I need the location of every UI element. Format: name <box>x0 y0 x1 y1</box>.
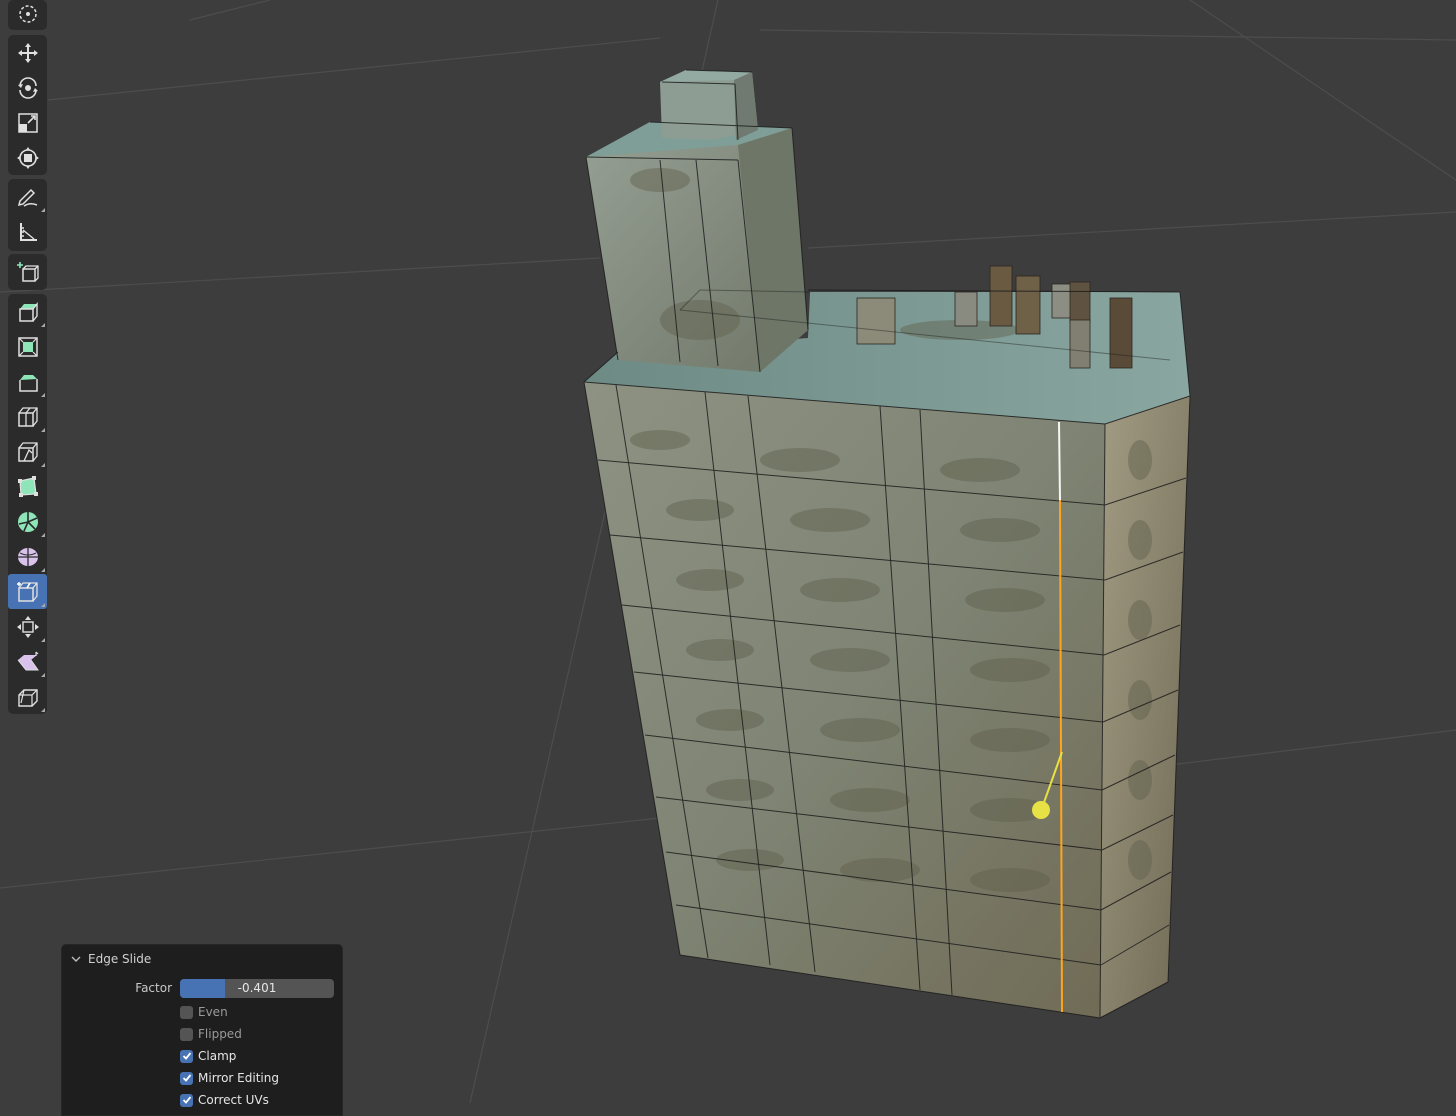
tool-spin[interactable] <box>8 504 47 539</box>
scale-icon <box>17 112 38 133</box>
option-label: Even <box>198 1005 228 1019</box>
option-clamp[interactable]: Clamp <box>180 1047 236 1065</box>
tool-edge-slide[interactable] <box>8 574 47 609</box>
measure-icon <box>19 222 37 241</box>
inset-faces-icon <box>17 336 38 357</box>
checkbox[interactable] <box>180 1005 193 1019</box>
rip-region-icon <box>17 688 38 707</box>
checkbox[interactable] <box>180 1049 193 1063</box>
transform-icon <box>16 146 39 169</box>
toolbar-group-mesh-edit <box>8 294 47 714</box>
option-mirror-editing[interactable]: Mirror Editing <box>180 1069 279 1087</box>
3d-viewport[interactable] <box>0 0 1456 1104</box>
option-correct-uvs[interactable]: Correct UVs <box>180 1091 269 1109</box>
tool-bevel[interactable] <box>8 364 47 399</box>
tool-scale[interactable] <box>8 105 47 140</box>
factor-row: Factor -0.401 <box>62 979 342 999</box>
option-label: Clamp <box>198 1049 237 1063</box>
slide-gizmo-handle[interactable] <box>1032 801 1050 819</box>
shrink-fatten-icon <box>16 615 39 638</box>
tool-poly-build[interactable] <box>8 469 47 504</box>
annotate-icon <box>17 188 37 207</box>
tool-shrink-fatten[interactable] <box>8 609 47 644</box>
cursor-icon <box>18 5 37 23</box>
tool-transform[interactable] <box>8 140 47 175</box>
checkmark-icon <box>182 1096 191 1104</box>
tool-inset-faces[interactable] <box>8 329 47 364</box>
loop-cut-icon <box>17 406 38 427</box>
factor-label: Factor <box>135 981 172 995</box>
tool-shear[interactable] <box>8 644 47 679</box>
move-icon <box>17 42 38 63</box>
factor-slider[interactable]: -0.401 <box>180 979 334 998</box>
tool-knife[interactable] <box>8 434 47 469</box>
poly-build-icon <box>17 475 38 497</box>
toolbar-group-annotate <box>8 179 47 251</box>
edge-slide-operator-panel: Edge Slide Factor -0.401 Even Flipped Clam… <box>61 944 343 1116</box>
option-flipped[interactable]: Flipped <box>180 1025 242 1043</box>
option-even[interactable]: Even <box>180 1003 228 1021</box>
extrude-region-icon <box>18 301 38 322</box>
tool-rip-region[interactable] <box>8 679 47 714</box>
tool-rotate[interactable] <box>8 70 47 105</box>
tool-extrude-region[interactable] <box>8 294 47 329</box>
checkbox[interactable] <box>180 1071 193 1085</box>
toolbar-group-cursor <box>8 0 47 30</box>
add-cube-icon <box>16 261 39 282</box>
edge-slide-icon <box>16 581 38 602</box>
tool-measure[interactable] <box>8 214 47 249</box>
shear-icon <box>17 651 39 670</box>
panel-header[interactable]: Edge Slide <box>70 951 151 967</box>
tool-add-cube[interactable] <box>8 254 47 289</box>
tool-smooth[interactable] <box>8 539 47 574</box>
checkmark-icon <box>182 1074 191 1082</box>
tool-move[interactable] <box>8 35 47 70</box>
toolbar-group-transform <box>8 35 47 175</box>
checkmark-icon <box>182 1052 191 1060</box>
tool-cursor[interactable] <box>8 0 47 28</box>
tool-annotate[interactable] <box>8 179 47 214</box>
knife-icon <box>17 441 38 462</box>
panel-title: Edge Slide <box>88 952 152 966</box>
rotate-icon <box>17 76 38 99</box>
option-label: Mirror Editing <box>198 1071 279 1085</box>
factor-value: -0.401 <box>237 981 277 995</box>
option-label: Flipped <box>198 1027 242 1041</box>
smooth-icon <box>17 547 38 566</box>
spin-icon <box>17 511 38 532</box>
checkbox[interactable] <box>180 1027 193 1041</box>
tool-loop-cut[interactable] <box>8 399 47 434</box>
option-label: Correct UVs <box>198 1093 269 1107</box>
bevel-icon <box>18 374 38 392</box>
toolbar-group-add <box>8 254 47 290</box>
checkbox[interactable] <box>180 1093 193 1107</box>
selected-edge-white <box>1058 421 1061 501</box>
chevron-down-icon <box>71 956 81 962</box>
building-mesh[interactable] <box>583 69 1191 1019</box>
